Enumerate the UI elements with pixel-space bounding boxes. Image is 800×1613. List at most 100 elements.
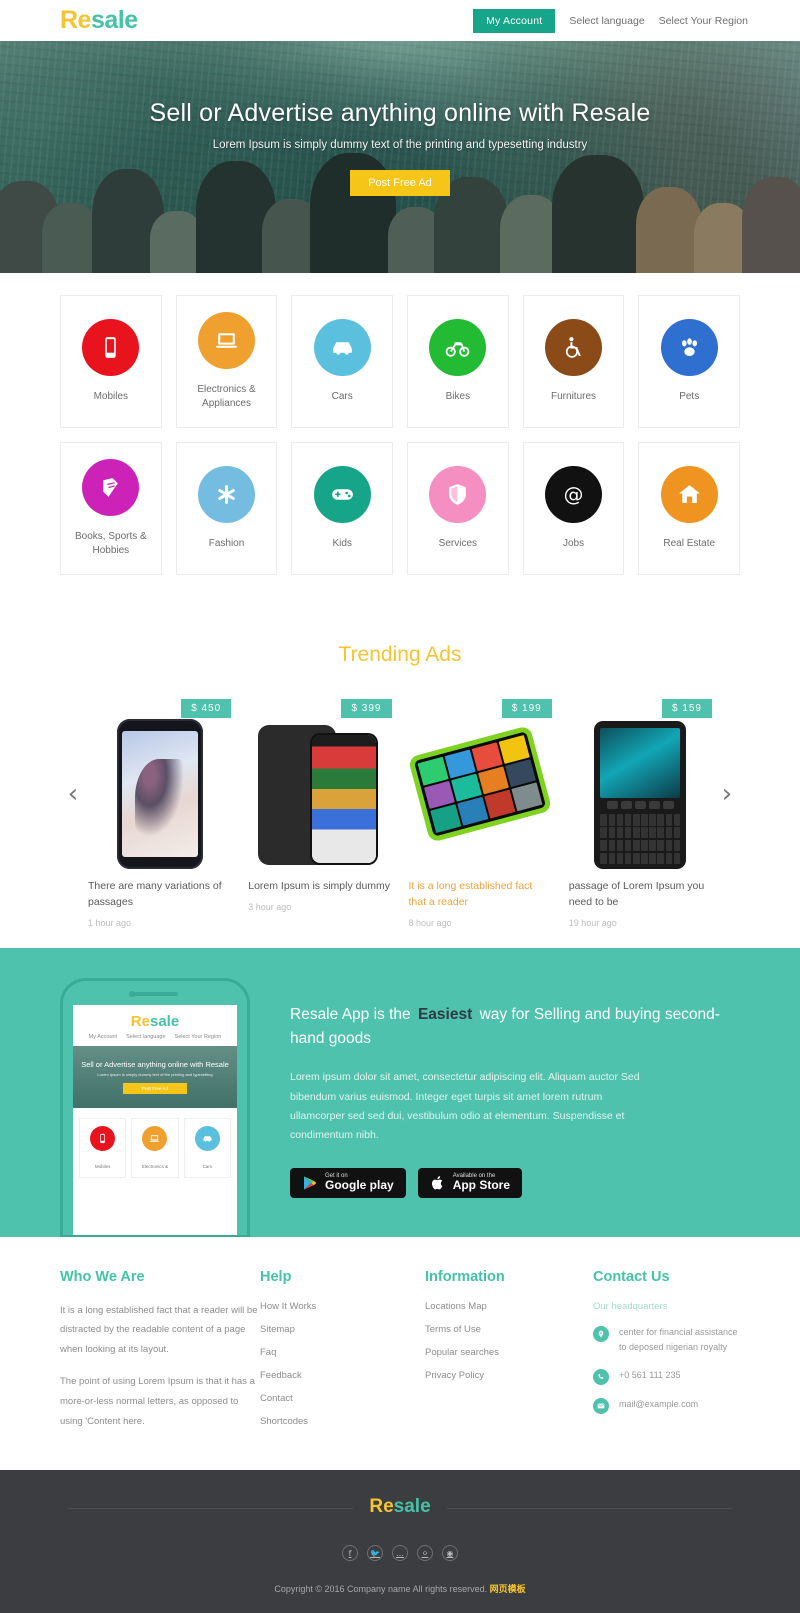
- footer-paragraph: It is a long established fact that a rea…: [60, 1304, 258, 1356]
- chevron-right-icon[interactable]: ›: [712, 781, 742, 807]
- behance-icon[interactable]: ◉: [442, 1545, 458, 1562]
- product-title[interactable]: There are many variations of passages: [88, 879, 231, 911]
- trending-card[interactable]: $ 450 There are many variations of passa…: [88, 699, 232, 928]
- price-badge: $ 199: [501, 699, 552, 718]
- chevron-left-icon[interactable]: ‹: [58, 781, 88, 807]
- page-root: Resale My Account Select language Select…: [0, 0, 800, 1613]
- trending-card[interactable]: $ 399 Lorem Ipsum is simply dummy 3 hour…: [248, 699, 392, 928]
- hero-title: Sell or Advertise anything online with R…: [149, 99, 651, 127]
- shield-icon: [429, 465, 487, 523]
- site-footer: Who We Are It is a long established fact…: [0, 1236, 800, 1471]
- mock-logo-sale: sale: [149, 1012, 180, 1030]
- category-pets[interactable]: Pets: [638, 295, 741, 428]
- footer-address-text: center for financial assistance to depos…: [619, 1326, 738, 1353]
- phone-icon: [593, 1369, 609, 1385]
- trending-card[interactable]: $ 199 It is a long established fact that…: [408, 699, 552, 928]
- mock-hero-sub: Lorem Ipsum is simply dummy text of the …: [97, 1071, 213, 1077]
- mock-category: Mobiles: [79, 1117, 127, 1178]
- footer-link-terms-of-use[interactable]: Terms of Use: [425, 1324, 593, 1335]
- category-real-estate[interactable]: Real Estate: [638, 442, 741, 575]
- trending-card[interactable]: $ 159 passage of Lorem Ipsum you need to…: [568, 699, 712, 928]
- copyright-credit[interactable]: 网页模板: [490, 1584, 526, 1594]
- category-books[interactable]: Books, Sports & Hobbies: [60, 442, 162, 575]
- app-promo-body: Lorem ipsum dolor sit amet, consectetur …: [290, 1071, 640, 1142]
- google-play-button[interactable]: Get it on Google play: [290, 1167, 406, 1198]
- category-electronics[interactable]: Electronics & Appliances: [175, 295, 278, 428]
- footer-link-feedback[interactable]: Feedback: [260, 1370, 425, 1381]
- category-label: Books, Sports & Hobbies: [74, 530, 147, 557]
- product-title[interactable]: passage of Lorem Ipsum you need to be: [569, 879, 712, 911]
- footer-link-locations-map[interactable]: Locations Map: [425, 1301, 593, 1312]
- product-title[interactable]: It is a long established fact that a rea…: [409, 879, 552, 911]
- category-label: Furnitures: [551, 390, 597, 402]
- category-row-2: Books, Sports & Hobbies Fashion Kids Ser…: [60, 442, 741, 575]
- footer-contact-us: Contact Us Our headquarters center for f…: [593, 1269, 740, 1445]
- social-links: f 🐦 … ⚪ ◉: [0, 1545, 800, 1562]
- mock-logo: Resale: [73, 1005, 237, 1034]
- at-icon: @: [545, 465, 603, 523]
- category-label: Bikes: [445, 390, 471, 402]
- app-store-large: App Store: [452, 1178, 511, 1193]
- apple-icon: [431, 1175, 442, 1190]
- category-jobs[interactable]: @ Jobs: [522, 442, 625, 575]
- category-mobiles[interactable]: Mobiles: [60, 295, 162, 428]
- footer-link-shortcodes[interactable]: Shortcodes: [260, 1416, 425, 1427]
- hero-subtitle: Lorem Ipsum is simply dummy text of the …: [212, 139, 588, 151]
- footer-heading: Information: [425, 1268, 505, 1285]
- trending-ads-section: Trending Ads ‹ $ 450 There are many vari…: [0, 629, 800, 948]
- blackberry-phone-art: [594, 721, 687, 869]
- category-cars[interactable]: Cars: [291, 295, 394, 428]
- footer-phone-text[interactable]: +0 561 111 235: [619, 1368, 680, 1384]
- category-services[interactable]: Services: [407, 442, 509, 575]
- facebook-icon[interactable]: f: [342, 1545, 358, 1562]
- mobile-icon: [82, 318, 140, 376]
- footer-link-faq[interactable]: Faq: [260, 1347, 425, 1358]
- category-furnitures[interactable]: Furnitures: [522, 295, 625, 428]
- category-bikes[interactable]: Bikes: [407, 295, 509, 428]
- mock-nav-item: My Account: [88, 1033, 118, 1040]
- trending-cards: $ 450 There are many variations of passa…: [88, 699, 712, 928]
- asterisk-icon: [198, 465, 255, 523]
- select-language-link[interactable]: Select language: [569, 15, 644, 27]
- footer-link-sitemap[interactable]: Sitemap: [260, 1324, 425, 1335]
- product-title[interactable]: Lorem Ipsum is simply dummy: [248, 879, 391, 895]
- category-label: Kids: [332, 537, 352, 549]
- category-label: Jobs: [562, 537, 585, 549]
- footer-phone-line: +0 561 111 235: [593, 1368, 740, 1385]
- category-label: Real Estate: [663, 537, 716, 549]
- category-label: Mobiles: [93, 390, 129, 402]
- product-image: $ 199: [408, 699, 552, 869]
- footer-link-how-it-works[interactable]: How It Works: [260, 1301, 425, 1312]
- footer-email-line: mail@example.com: [593, 1397, 740, 1414]
- copyright-text: Copyright © 2016 Company name All rights…: [0, 1582, 800, 1595]
- select-region-link[interactable]: Select Your Region: [659, 15, 748, 27]
- footer-email-text[interactable]: mail@example.com: [619, 1397, 698, 1413]
- footer-link-privacy-policy[interactable]: Privacy Policy: [425, 1370, 593, 1381]
- galaxy-phone-art: [116, 719, 203, 869]
- footer-heading: Help: [260, 1268, 292, 1285]
- mock-hero-cta: Post Free Ad: [123, 1082, 187, 1094]
- category-label: Electronics & Appliances: [197, 383, 256, 410]
- gamepad-icon: [313, 465, 371, 523]
- category-kids[interactable]: Kids: [291, 442, 394, 575]
- app-promo-text: Resale App is the Easiest way for Sellin…: [250, 978, 740, 1237]
- site-logo[interactable]: Resale: [60, 6, 138, 35]
- motorcycle-icon: [429, 318, 487, 376]
- lumia-phone-art: [408, 725, 552, 843]
- app-store-button[interactable]: Available on the App Store: [417, 1167, 523, 1198]
- footer-logo[interactable]: Resale: [353, 1496, 447, 1519]
- price-badge: $ 450: [181, 699, 232, 718]
- footer-link-popular-searches[interactable]: Popular searches: [425, 1347, 593, 1358]
- dribbble-icon[interactable]: ⚪: [417, 1545, 433, 1562]
- product-image: $ 450: [88, 699, 232, 869]
- logo-sale: sale: [90, 6, 138, 34]
- hero-banner: Sell or Advertise anything online with R…: [0, 41, 800, 273]
- twitter-icon[interactable]: 🐦: [367, 1545, 383, 1562]
- site-header: Resale My Account Select language Select…: [0, 0, 800, 41]
- my-account-button[interactable]: My Account: [473, 8, 556, 33]
- footer-link-contact[interactable]: Contact: [260, 1393, 425, 1404]
- category-fashion[interactable]: Fashion: [175, 442, 278, 575]
- product-image: $ 159: [568, 699, 712, 869]
- flickr-icon[interactable]: …: [392, 1545, 408, 1562]
- post-free-ad-button[interactable]: Post Free Ad: [350, 170, 450, 196]
